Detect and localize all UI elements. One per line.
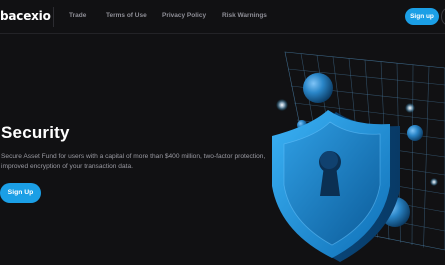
nav-link-trade[interactable]: Trade bbox=[69, 12, 86, 19]
landing-page: bacexio Trade Terms of Use Privacy Polic… bbox=[0, 0, 445, 265]
security-illustration bbox=[272, 51, 445, 262]
user-menu-button[interactable] bbox=[441, 8, 445, 25]
hero-title: Security bbox=[1, 123, 70, 142]
header: bacexio Trade Terms of Use Privacy Polic… bbox=[0, 0, 445, 34]
hero-signup-button[interactable]: Sign Up bbox=[0, 183, 41, 203]
logo[interactable]: bacexio bbox=[0, 9, 51, 23]
shield-icon bbox=[272, 110, 400, 262]
hero-description: Secure Asset Fund for users with a capit… bbox=[1, 153, 266, 170]
nav-link-terms-of-use[interactable]: Terms of Use bbox=[106, 12, 147, 19]
header-divider bbox=[53, 7, 54, 27]
nav-link-risk-warnings[interactable]: Risk Warnings bbox=[222, 12, 267, 19]
header-signup-button[interactable]: Sign up bbox=[405, 8, 439, 25]
nav-link-privacy-policy[interactable]: Privacy Policy bbox=[162, 12, 206, 19]
